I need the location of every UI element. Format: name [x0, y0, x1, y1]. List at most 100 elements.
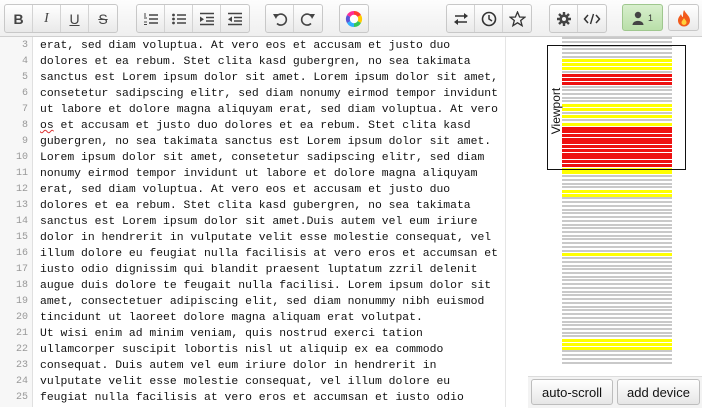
line-number: 8	[21, 120, 28, 131]
line-number: 20	[15, 312, 28, 323]
strikethrough-button[interactable]: S	[89, 5, 117, 32]
fire-button[interactable]	[668, 4, 699, 31]
code-line[interactable]: vulputate velit esse molestie consequat,…	[40, 374, 450, 390]
italic-button[interactable]: I	[33, 5, 61, 32]
code-line[interactable]: ut labore et dolore magna aliquyam erat,…	[40, 102, 498, 118]
code-line-text: illum dolore eu feugiat nulla facilisis …	[40, 248, 498, 260]
code-line-text: iusto odio dignissim qui blandit praesen…	[40, 264, 478, 276]
unordered-list-icon	[171, 13, 186, 24]
code-line[interactable]: dolor in hendrerit in vulputate velit es…	[40, 230, 491, 246]
source-code-button[interactable]	[578, 5, 606, 32]
line-number-gutter: 3 4 5 6 7 8 9 10 11 12 13 14 15 16 17 18 19 20 21 22 23 24 25	[0, 37, 33, 407]
code-icon	[583, 13, 601, 24]
add-device-button[interactable]: add device	[617, 379, 700, 405]
minimap-line	[562, 189, 672, 193]
minimap-line	[562, 175, 672, 177]
code-line[interactable]: consequat. Duis autem vel eum iriure dol…	[40, 358, 436, 374]
minimap-line	[562, 182, 672, 185]
underline-button[interactable]: U	[61, 5, 89, 32]
minimap-line	[562, 339, 672, 343]
color-picker-button[interactable]	[340, 5, 368, 32]
minimap-line	[562, 204, 672, 207]
misspelled-word[interactable]: os	[40, 120, 54, 132]
text-editor[interactable]: 3 4 5 6 7 8 9 10 11 12 13 14 15 16 17 18 19 20 21 22 23 24 25 …	[0, 37, 505, 407]
code-line[interactable]: Lorem ipsum dolor sit amet, consetetur s…	[40, 150, 484, 166]
code-line[interactable]: dolores et ea rebum. Stet clita kasd gub…	[40, 198, 471, 214]
code-line[interactable]: ullamcorper suscipit lobortis nisl ut al…	[40, 342, 443, 358]
unordered-list-button[interactable]	[165, 5, 193, 32]
minimap-line	[562, 350, 672, 353]
code-line[interactable]: erat, sed diam voluptua. At vero eos et …	[40, 38, 450, 54]
code-line[interactable]: sanctus est Lorem ipsum dolor sit amet. …	[40, 70, 498, 86]
bold-button[interactable]: B	[5, 5, 33, 32]
outdent-icon	[228, 12, 242, 25]
code-line[interactable]: iusto odio dignissim qui blandit praesen…	[40, 262, 477, 278]
color-group	[339, 4, 369, 33]
code-line[interactable]: Ut wisi enim ad minim veniam, quis nostr…	[40, 326, 423, 342]
undo-button[interactable]	[266, 5, 294, 32]
code-line[interactable]: gubergren, no sea takimata sanctus est L…	[40, 134, 491, 150]
minimap-line	[562, 264, 672, 267]
code-line[interactable]: amet, consectetuer adipiscing elit, sed …	[40, 294, 484, 310]
code-line[interactable]: tincidunt ut laoreet dolore magna aliqua…	[40, 310, 423, 326]
minimap-line	[562, 197, 672, 200]
minimap-line	[562, 331, 672, 334]
line-number: 15	[15, 232, 28, 243]
minimap-line	[562, 309, 672, 312]
code-line[interactable]: sanctus est Lorem ipsum dolor sit amet.D…	[40, 214, 477, 230]
minimap-line	[562, 178, 672, 181]
minimap-line	[562, 305, 672, 308]
minimap-line	[562, 361, 672, 364]
code-line[interactable]: illum dolore eu feugiat nulla facilisis …	[40, 246, 498, 262]
code-line[interactable]: dolores et ea rebum. Stet clita kasd gub…	[40, 54, 471, 70]
swap-button[interactable]	[447, 5, 475, 32]
code-line[interactable]: nonumy eirmod tempor invidunt ut labore …	[40, 166, 477, 182]
minimap-line	[562, 286, 672, 289]
auto-scroll-button[interactable]: auto-scroll	[531, 379, 613, 405]
line-number: 9	[21, 136, 28, 147]
history-button[interactable]	[475, 5, 503, 32]
code-line-text: nonumy eirmod tempor invidunt ut labore …	[40, 168, 478, 180]
line-number: 16	[15, 248, 28, 259]
minimap-line	[562, 234, 672, 237]
code-line[interactable]: consetetur sadipscing elitr, sed diam no…	[40, 86, 498, 102]
editor-scrollbar[interactable]	[505, 37, 529, 407]
outdent-button[interactable]	[221, 5, 249, 32]
tools-group	[446, 4, 532, 33]
viewport-frame[interactable]: Viewport	[547, 45, 686, 170]
history-group	[265, 4, 323, 33]
minimap-line	[562, 320, 672, 323]
settings-button[interactable]	[550, 5, 578, 32]
line-number: 18	[15, 280, 28, 291]
users-button[interactable]: 1	[622, 4, 663, 31]
code-line[interactable]: augue duis dolore te feugait nulla facil…	[40, 278, 491, 294]
redo-button[interactable]	[294, 5, 322, 32]
ordered-list-button[interactable]	[137, 5, 165, 32]
code-line-text: amet, consectetuer adipiscing elit, sed …	[40, 296, 485, 308]
minimap-line	[562, 294, 672, 297]
color-wheel-icon	[345, 10, 363, 27]
code-line[interactable]: feugiat nulla facilisis at vero eros et …	[40, 390, 464, 406]
code-line[interactable]: erat, sed diam voluptua. At vero eos et …	[40, 182, 450, 198]
line-number: 22	[15, 344, 28, 355]
minimap-line	[562, 346, 672, 350]
code-line[interactable]: os et accusam et justo duo dolores et ea…	[40, 118, 471, 134]
code-line-text: augue duis dolore te feugait nulla facil…	[40, 280, 492, 292]
minimap-line	[562, 223, 672, 226]
ordered-list-icon	[143, 12, 158, 25]
minimap-line	[562, 335, 672, 338]
minimap-line	[562, 219, 672, 222]
indent-button[interactable]	[193, 5, 221, 32]
favorite-button[interactable]	[503, 5, 531, 32]
minimap-line	[562, 231, 672, 233]
minimap-line	[562, 324, 672, 327]
line-number: 11	[15, 168, 28, 179]
minimap-panel: Viewport	[528, 37, 702, 407]
code-line-text: dolores et ea rebum. Stet clita kasd gub…	[40, 200, 471, 212]
minimap-line	[562, 37, 672, 39]
code-line-text: consetetur sadipscing elitr, sed diam no…	[40, 88, 498, 100]
code-line-text: vulputate velit esse molestie consequat,…	[40, 376, 451, 388]
code-line-text: ut labore et dolore magna aliquyam erat,…	[40, 104, 498, 116]
minimap-line	[562, 212, 672, 215]
line-number: 19	[15, 296, 28, 307]
